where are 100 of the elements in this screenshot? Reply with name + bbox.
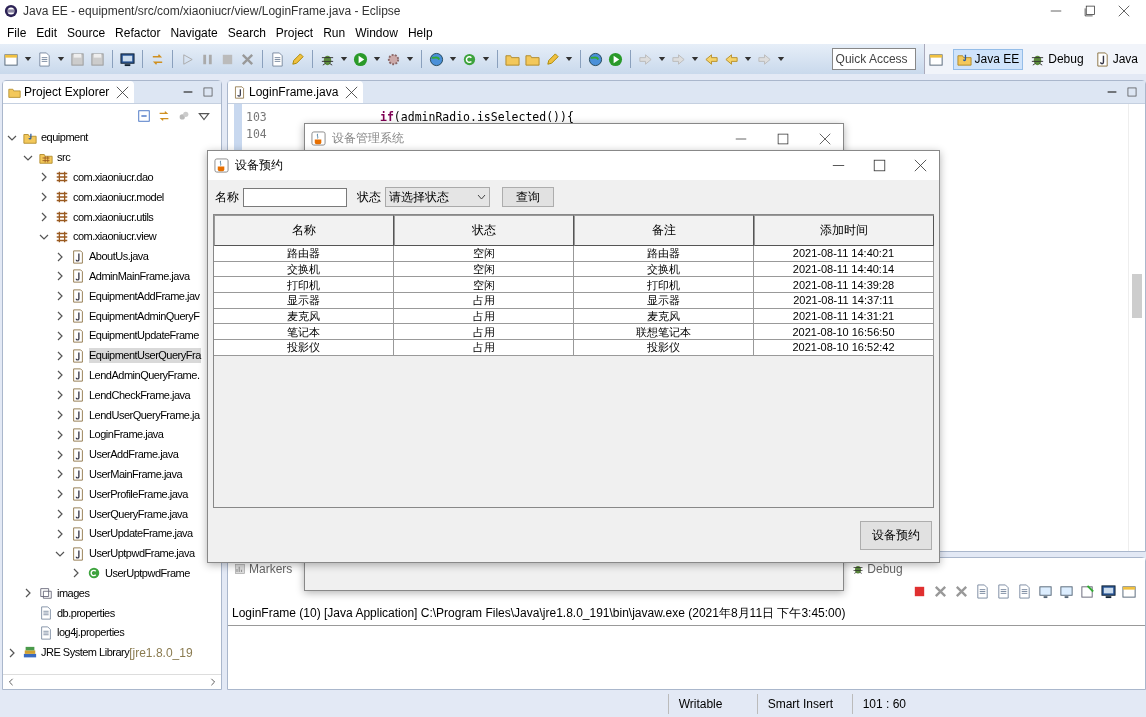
menu-item[interactable]: Run	[318, 26, 351, 40]
chevron-right-icon[interactable]	[55, 390, 65, 401]
display-icon[interactable]	[1101, 583, 1116, 599]
view-tab[interactable]: Project Explorer	[3, 81, 135, 103]
run-icon[interactable]	[353, 51, 368, 67]
chevron-right-icon[interactable]	[55, 449, 65, 460]
caret-icon[interactable]	[482, 56, 490, 62]
perspective-button[interactable]: Debug	[1026, 48, 1088, 70]
chevron-right-icon[interactable]	[55, 410, 65, 421]
tree-item[interactable]: db.properties	[57, 605, 115, 621]
quick-access-field[interactable]: Quick Access	[831, 48, 916, 70]
menu-item[interactable]: Project	[270, 26, 319, 40]
menu-item[interactable]: Refactor	[110, 26, 166, 40]
tree-item[interactable]: EquipmentUpdateFrame	[89, 328, 199, 344]
caret-icon[interactable]	[565, 56, 573, 62]
list-icon[interactable]	[270, 51, 285, 67]
column-header[interactable]: 备注	[574, 215, 754, 246]
tree-item[interactable]: UserProfileFrame.java	[89, 486, 188, 502]
chevron-right-icon[interactable]	[55, 528, 65, 539]
tree-item[interactable]: UserMainFrame.java	[89, 466, 183, 482]
chevron-right-icon[interactable]	[55, 330, 65, 341]
new-window-icon[interactable]	[4, 51, 19, 67]
remove-all-icon[interactable]	[954, 583, 969, 599]
chevron-right-icon[interactable]	[55, 469, 65, 480]
column-header[interactable]: 名称	[214, 215, 394, 246]
chevron-right-icon[interactable]	[55, 350, 65, 361]
tree-item[interactable]: UserUptpwdFrame.java	[89, 546, 195, 562]
caret-icon[interactable]	[777, 56, 785, 62]
tree-item[interactable]: LoginFrame.java	[89, 427, 164, 443]
collapse-all-icon[interactable]	[137, 109, 151, 123]
perspective-button[interactable]: Java EE	[952, 48, 1024, 70]
menu-item[interactable]: Search	[222, 26, 271, 40]
chevron-right-icon[interactable]	[55, 489, 65, 500]
view-tab[interactable]: Debug	[852, 562, 903, 576]
chevron-right-icon[interactable]	[39, 192, 49, 203]
name-field[interactable]	[243, 187, 347, 207]
close-icon[interactable]	[345, 85, 359, 99]
link-icon[interactable]	[157, 109, 171, 123]
chevron-right-icon[interactable]	[7, 647, 17, 658]
tree-item[interactable]: LendAdminQueryFrame.	[89, 367, 200, 383]
maximize-icon[interactable]	[873, 159, 886, 172]
chevron-right-icon[interactable]	[71, 568, 81, 579]
chevron-right-icon[interactable]	[55, 291, 65, 302]
chevron-right-icon[interactable]	[55, 429, 65, 440]
query-button[interactable]: 查询	[502, 187, 554, 207]
chevron-right-icon[interactable]	[55, 271, 65, 282]
tree-item[interactable]: UserUptpwdFrame	[105, 565, 190, 581]
tree-item[interactable]: EquipmentAdminQueryF	[89, 308, 200, 324]
caret-icon[interactable]	[373, 56, 381, 62]
caret-icon[interactable]	[340, 56, 348, 62]
menu-item[interactable]: Navigate	[165, 26, 223, 40]
chevron-right-icon[interactable]	[55, 509, 65, 520]
close-icon[interactable]	[1118, 5, 1130, 17]
globe-icon[interactable]	[429, 51, 444, 67]
caret-icon[interactable]	[691, 56, 699, 62]
editor-tab[interactable]: LoginFrame.java	[228, 81, 364, 103]
tree-item[interactable]: UserQueryFrame.java	[89, 506, 188, 522]
tree-item[interactable]: com.xiaoniucr.view	[73, 229, 157, 245]
menu-item[interactable]: Edit	[31, 26, 63, 40]
scrollbar-thumb[interactable]	[1132, 274, 1142, 318]
chevron-right-icon[interactable]	[55, 370, 65, 381]
remove-icon[interactable]	[933, 583, 948, 599]
tree-item[interactable]: LendUserQueryFrame.ja	[89, 407, 200, 423]
new-file-icon[interactable]	[37, 51, 52, 67]
tree-item[interactable]: AdminMainFrame.java	[89, 268, 190, 284]
tree-item[interactable]: LendCheckFrame.java	[89, 387, 191, 403]
tree-item[interactable]: UserUpdateFrame.java	[89, 526, 193, 542]
view-tab[interactable]: Markers	[234, 562, 293, 576]
perspective-button[interactable]: Java	[1090, 48, 1142, 70]
caret-icon[interactable]	[744, 56, 752, 62]
globe-icon[interactable]	[588, 51, 603, 67]
chevron-right-icon[interactable]	[23, 588, 33, 599]
tree-item[interactable]: src	[57, 150, 71, 166]
menu-item[interactable]: Window	[350, 26, 403, 40]
column-header[interactable]: 添加时间	[754, 215, 934, 246]
run-icon[interactable]	[608, 51, 623, 67]
monitor-icon[interactable]	[120, 51, 135, 67]
menu-item[interactable]: Source	[62, 26, 111, 40]
caret-icon[interactable]	[24, 56, 32, 62]
reserve-button[interactable]: 设备预约	[860, 520, 932, 550]
caret-icon[interactable]	[406, 56, 414, 62]
tree-item[interactable]: equipment	[41, 130, 88, 146]
caret-icon[interactable]	[658, 56, 666, 62]
scroll-left-icon[interactable]	[7, 678, 15, 686]
tree-item[interactable]: EquipmentUserQueryFra	[89, 348, 201, 364]
maximize-icon[interactable]	[1084, 5, 1096, 17]
column-header[interactable]: 状态	[394, 215, 574, 246]
scroll-right-icon[interactable]	[209, 678, 217, 686]
close-icon[interactable]	[914, 159, 927, 172]
tree-item[interactable]: AboutUs.java	[89, 249, 149, 265]
tree-item[interactable]: com.xiaoniucr.dao	[73, 170, 154, 185]
new-console-icon[interactable]	[1122, 583, 1137, 599]
maximize-icon[interactable]	[777, 132, 789, 145]
tree-item[interactable]: EquipmentAddFrame.jav	[89, 288, 200, 304]
open-perspective-icon[interactable]	[928, 51, 944, 67]
caret-icon[interactable]	[57, 56, 65, 62]
tree-item[interactable]: com.xiaoniucr.model	[73, 189, 164, 205]
status-dropdown[interactable]: 请选择状态	[385, 187, 490, 207]
tree-item[interactable]: UserAddFrame.java	[89, 447, 179, 463]
close-icon[interactable]	[819, 132, 831, 145]
